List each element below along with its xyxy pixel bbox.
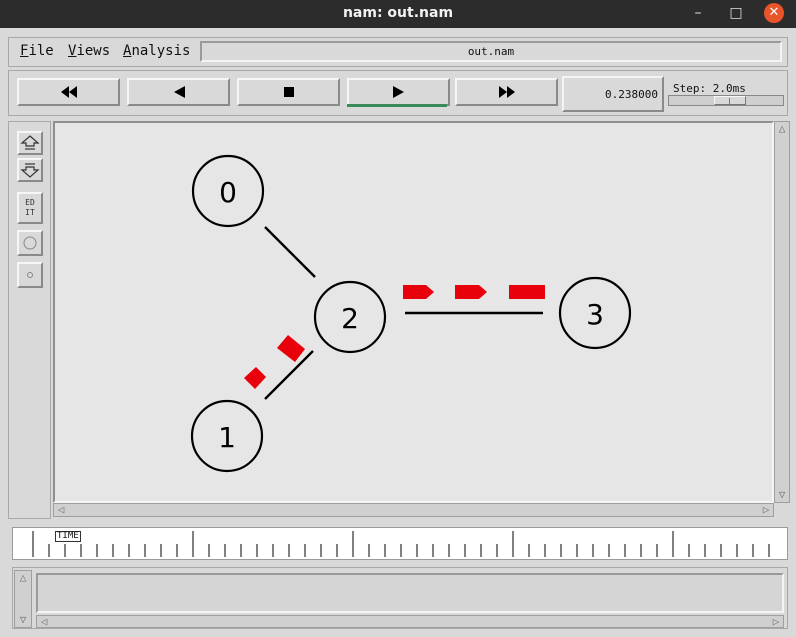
edit-label-bottom: IT <box>25 208 35 217</box>
step-slider-thumb[interactable] <box>714 96 746 105</box>
close-button[interactable]: ✕ <box>764 3 784 23</box>
node-0-label: 0 <box>219 176 237 209</box>
file-name-field: out.nam <box>200 41 782 62</box>
fast-rewind-icon <box>60 86 77 98</box>
annotation-scroll-up-icon[interactable]: △ <box>17 572 29 584</box>
canvas-vertical-scrollbar[interactable]: △ ▽ <box>774 121 790 503</box>
menu-views[interactable]: Views <box>68 43 110 59</box>
annotation-horizontal-scrollbar[interactable]: ◁ ▷ <box>36 615 784 628</box>
fast-rewind-button[interactable] <box>17 78 120 106</box>
scroll-up-icon[interactable]: △ <box>776 123 788 135</box>
current-time-display: 0.238000 <box>562 76 664 112</box>
fast-forward-icon <box>498 86 515 98</box>
timeline-ticks <box>32 531 770 557</box>
node-2[interactable]: 2 <box>313 280 387 354</box>
play-button[interactable] <box>347 78 450 106</box>
canvas-horizontal-scrollbar[interactable]: ◁ ▷ <box>53 503 774 517</box>
packet <box>455 285 487 299</box>
zoom-out-icon <box>20 163 40 178</box>
node-2-label: 2 <box>341 302 359 335</box>
annotation-scroll-down-icon[interactable]: ▽ <box>17 614 29 626</box>
annotation-scroll-right-icon[interactable]: ▷ <box>770 616 782 628</box>
stop-button[interactable] <box>237 78 340 106</box>
step-label: Step: 2.0ms <box>673 82 746 95</box>
menu-analysis[interactable]: Analysis <box>123 43 190 59</box>
circle-tool-button[interactable] <box>17 230 43 256</box>
circle-tool-icon <box>23 236 37 250</box>
node-1[interactable]: 1 <box>190 399 264 473</box>
timeline-time-marker[interactable]: TIME <box>55 531 81 542</box>
packet <box>277 335 305 362</box>
annotation-vertical-scrollbar[interactable]: △ ▽ <box>14 570 32 628</box>
menu-file-label: ile <box>28 43 54 59</box>
fast-forward-button[interactable] <box>455 78 558 106</box>
packet <box>403 285 434 299</box>
scroll-left-icon[interactable]: ◁ <box>55 504 67 516</box>
play-backward-icon <box>173 86 185 98</box>
small-circle-tool-icon <box>27 272 33 278</box>
menu-file[interactable]: File <box>20 43 54 59</box>
network-topology: 0 1 2 3 <box>190 154 632 473</box>
rewind-button[interactable] <box>127 78 230 106</box>
node-3-label: 3 <box>586 298 604 331</box>
packet <box>509 285 545 299</box>
small-circle-tool-button[interactable] <box>17 262 43 288</box>
scroll-right-icon[interactable]: ▷ <box>760 504 772 516</box>
link-1-2 <box>264 350 314 400</box>
edit-button[interactable]: ED IT <box>17 192 43 224</box>
minimize-button[interactable]: – <box>688 3 708 23</box>
scroll-down-icon[interactable]: ▽ <box>776 489 788 501</box>
zoom-out-button[interactable] <box>17 158 43 182</box>
annotation-scroll-left-icon[interactable]: ◁ <box>38 616 50 628</box>
menu-views-label: iews <box>76 43 111 59</box>
zoom-in-button[interactable] <box>17 131 43 155</box>
menu-analysis-label: nalysis <box>131 43 191 59</box>
node-1-label: 1 <box>218 421 236 454</box>
timeline-slider[interactable] <box>12 527 788 560</box>
zoom-in-icon <box>20 135 40 150</box>
play-icon <box>392 86 404 98</box>
stop-icon <box>283 87 294 97</box>
play-active-indicator <box>347 104 447 107</box>
node-0[interactable]: 0 <box>191 154 265 228</box>
packet <box>244 367 266 389</box>
network-canvas[interactable]: 0 1 2 3 <box>53 121 774 503</box>
maximize-button[interactable]: □ <box>726 3 746 23</box>
link-0-2 <box>264 226 316 278</box>
edit-label-top: ED <box>25 198 35 207</box>
node-3[interactable]: 3 <box>558 276 632 350</box>
window-title: nam: out.nam <box>342 5 454 21</box>
annotation-list[interactable] <box>36 573 784 613</box>
